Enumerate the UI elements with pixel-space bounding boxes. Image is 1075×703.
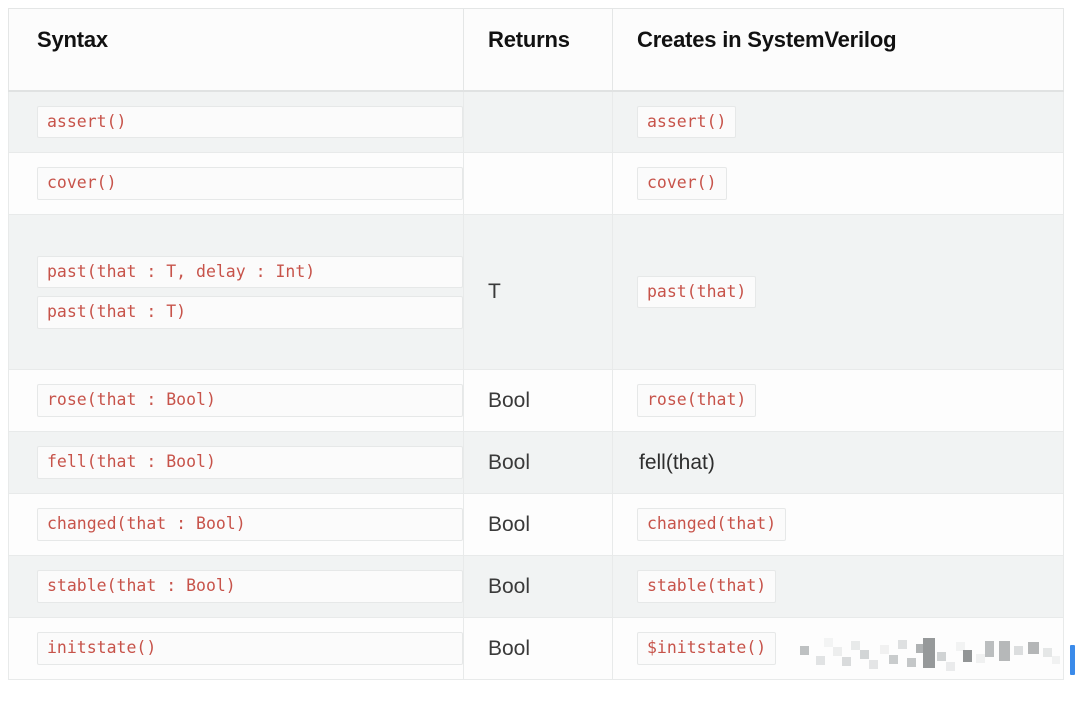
cell-returns: Bool [463, 555, 613, 618]
cell-syntax: past(that : T, delay : Int) past(that : T… [8, 214, 464, 370]
creates-code-chip: cover() [637, 167, 727, 200]
syntax-code-chip: initstate() [37, 632, 463, 665]
column-header-creates-in-systemverilog: Creates in SystemVerilog [612, 8, 1064, 92]
creates-code-chip: stable(that) [637, 570, 777, 603]
table-row: fell(that : Bool) Bool fell(that) [8, 431, 1064, 494]
cell-returns: Bool [463, 431, 613, 494]
table-row: past(that : T, delay : Int) past(that : T… [8, 214, 1064, 370]
creates-code-chip: assert() [637, 105, 737, 138]
table-header: Syntax Returns Creates in SystemVerilog [8, 8, 1064, 92]
cell-returns: Bool [463, 617, 613, 680]
scrollbar-thumb[interactable] [1070, 645, 1075, 675]
cell-creates-in-systemverilog: $initstate() [612, 617, 1064, 680]
syntax-chip-group: assert() [37, 105, 463, 138]
cell-syntax: rose(that : Bool) [8, 369, 464, 432]
syntax-code-chip: changed(that : Bool) [37, 508, 463, 541]
syntax-table-container: Syntax Returns Creates in SystemVerilog … [8, 8, 1064, 680]
cell-syntax: stable(that : Bool) [8, 555, 464, 618]
syntax-code-chip: fell(that : Bool) [37, 446, 463, 479]
cell-returns [463, 90, 613, 153]
table-row: stable(that : Bool) Bool stable(that) [8, 555, 1064, 618]
syntax-code-chip: assert() [37, 105, 463, 138]
creates-code-chip: $initstate() [637, 632, 777, 665]
syntax-chip-group: rose(that : Bool) [37, 384, 463, 417]
table-body: assert() assert() cover() cover() past(that … [8, 90, 1064, 680]
creates-code-chip: changed(that) [637, 508, 787, 541]
column-header-syntax: Syntax [8, 8, 464, 92]
cell-creates-in-systemverilog: assert() [612, 90, 1064, 153]
cell-creates-in-systemverilog: fell(that) [612, 431, 1064, 494]
cell-returns: Bool [463, 369, 613, 432]
syntax-code-chip: past(that : T, delay : Int) [37, 255, 463, 288]
table-row: changed(that : Bool) Bool changed(that) [8, 493, 1064, 556]
cell-returns: Bool [463, 493, 613, 556]
syntax-chip-group: changed(that : Bool) [37, 508, 463, 541]
syntax-code-chip: past(that : T) [37, 296, 463, 329]
table-row: rose(that : Bool) Bool rose(that) [8, 369, 1064, 432]
cell-creates-in-systemverilog: past(that) [612, 214, 1064, 370]
syntax-chip-group: past(that : T, delay : Int) past(that : T… [37, 255, 463, 329]
table-row: initstate() Bool $initstate() [8, 617, 1064, 680]
syntax-reference-table: Syntax Returns Creates in SystemVerilog … [8, 8, 1064, 680]
syntax-chip-group: stable(that : Bool) [37, 570, 463, 603]
syntax-chip-group: initstate() [37, 632, 463, 665]
cell-returns [463, 152, 613, 215]
creates-code-chip: rose(that) [637, 384, 757, 417]
table-row: cover() cover() [8, 152, 1064, 215]
cell-creates-in-systemverilog: changed(that) [612, 493, 1064, 556]
table-header-row: Syntax Returns Creates in SystemVerilog [8, 8, 1064, 92]
syntax-chip-group: fell(that : Bool) [37, 446, 463, 479]
cell-syntax: assert() [8, 90, 464, 153]
cell-creates-in-systemverilog: cover() [612, 152, 1064, 215]
creates-plain-text: fell(that) [639, 450, 715, 474]
cell-syntax: initstate() [8, 617, 464, 680]
cell-creates-in-systemverilog: stable(that) [612, 555, 1064, 618]
cell-syntax: cover() [8, 152, 464, 215]
cell-syntax: fell(that : Bool) [8, 431, 464, 494]
cell-creates-in-systemverilog: rose(that) [612, 369, 1064, 432]
syntax-code-chip: stable(that : Bool) [37, 570, 463, 603]
syntax-code-chip: cover() [37, 167, 463, 200]
syntax-code-chip: rose(that : Bool) [37, 384, 463, 417]
table-row: assert() assert() [8, 90, 1064, 153]
creates-code-chip: past(that) [637, 275, 757, 309]
cell-returns: T [463, 214, 613, 370]
cell-syntax: changed(that : Bool) [8, 493, 464, 556]
column-header-returns: Returns [463, 8, 613, 92]
syntax-chip-group: cover() [37, 167, 463, 200]
